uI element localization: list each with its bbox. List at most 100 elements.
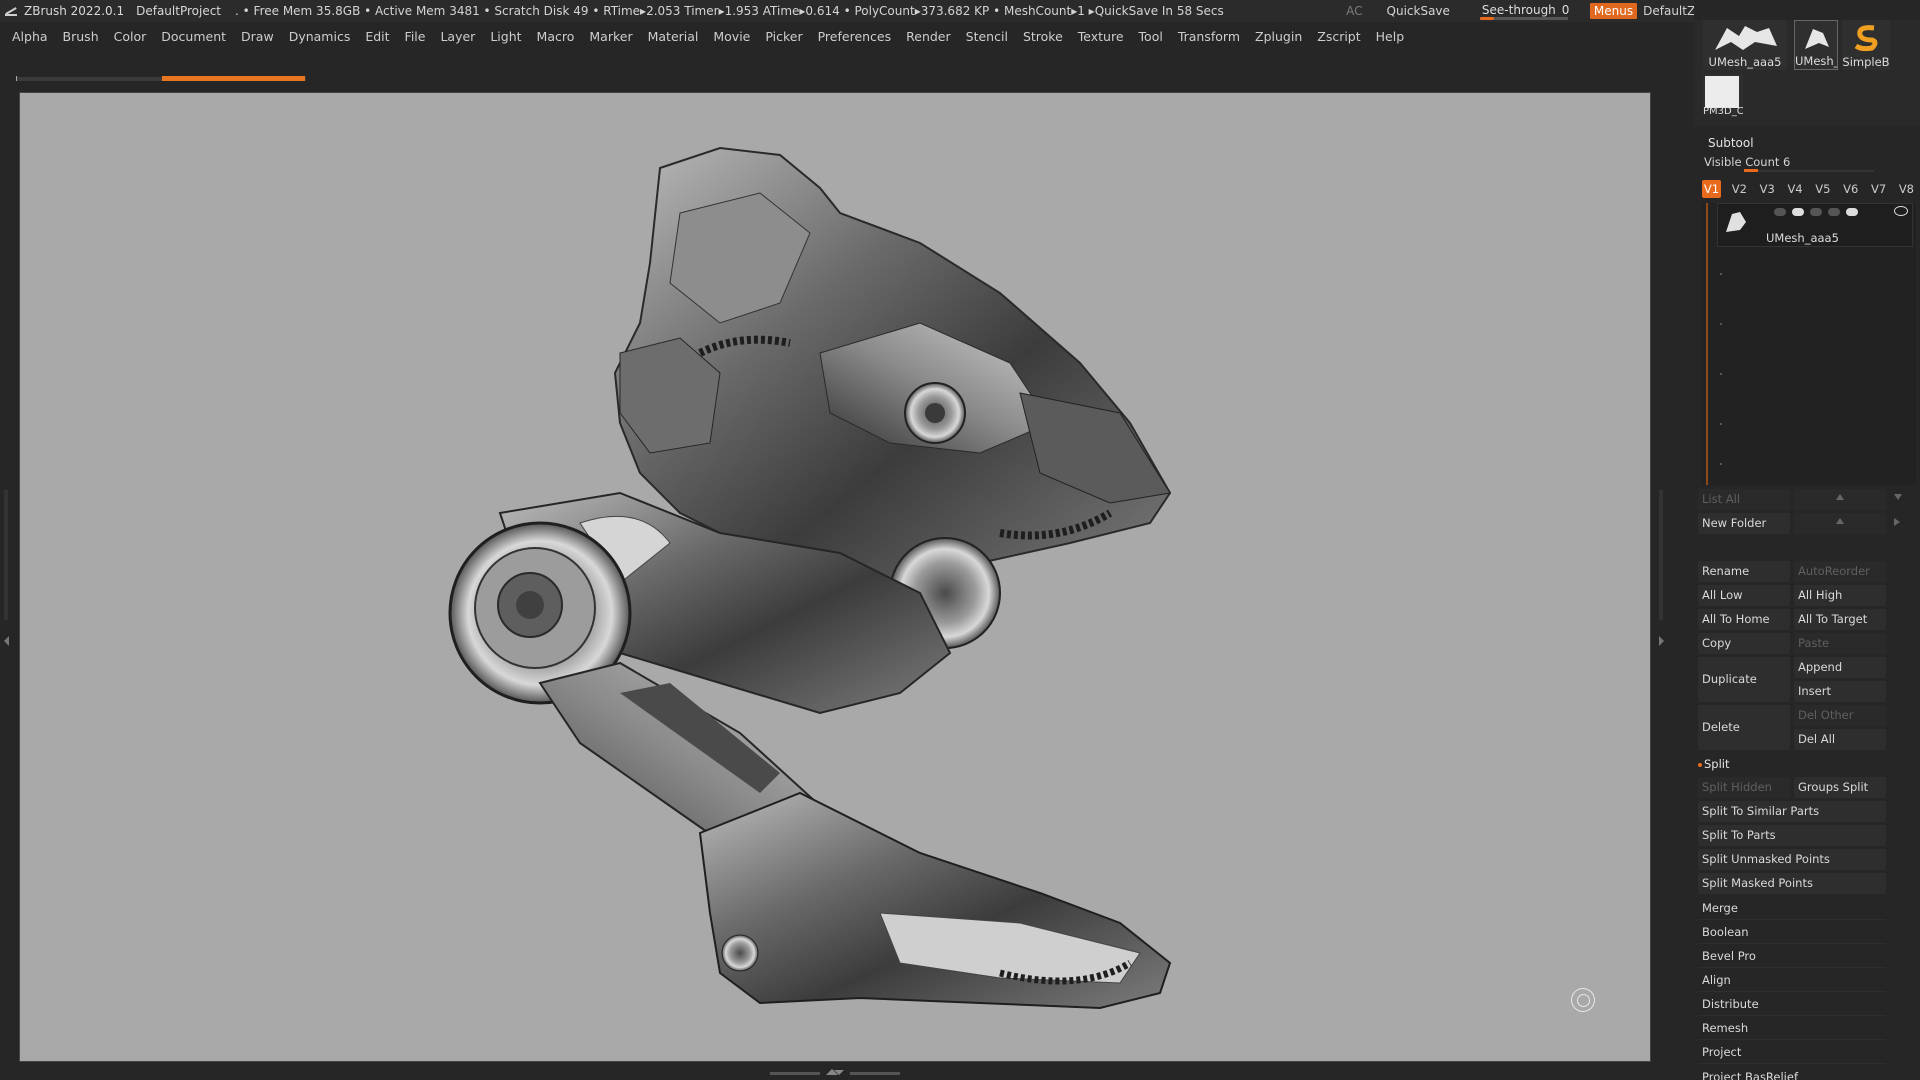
menu-brush[interactable]: Brush <box>63 29 99 44</box>
tool-thumb-pm3d[interactable]: PM3D_C <box>1703 74 1743 117</box>
tab-v8[interactable]: V8 <box>1897 180 1916 198</box>
ac-toggle[interactable]: AC <box>1346 4 1362 18</box>
merge-section[interactable]: Merge <box>1698 898 1886 920</box>
menu-transform[interactable]: Transform <box>1178 29 1240 44</box>
menus-toggle[interactable]: Menus <box>1589 3 1638 19</box>
project-basrelief-section[interactable]: Project BasRelief <box>1698 1066 1886 1080</box>
menu-draw[interactable]: Draw <box>241 29 274 44</box>
tab-v5[interactable]: V5 <box>1813 180 1832 198</box>
split-hidden-button[interactable]: Split Hidden <box>1698 777 1790 798</box>
brush-icon[interactable] <box>1846 208 1858 216</box>
del-all-button[interactable]: Del All <box>1794 729 1886 750</box>
tab-v1[interactable]: V1 <box>1702 180 1721 198</box>
right-tray-edge[interactable] <box>1652 90 1694 1065</box>
quicksave-button[interactable]: QuickSave <box>1387 4 1450 18</box>
menu-light[interactable]: Light <box>490 29 521 44</box>
menu-tool[interactable]: Tool <box>1139 29 1163 44</box>
move-to-folder-button[interactable] <box>1794 513 1886 534</box>
menu-document[interactable]: Document <box>161 29 226 44</box>
move-out-folder-button[interactable] <box>1890 513 1910 534</box>
subtool-row[interactable]: UMesh_aaa5 <box>1717 203 1913 247</box>
menu-movie[interactable]: Movie <box>713 29 750 44</box>
menu-macro[interactable]: Macro <box>537 29 575 44</box>
split-similar-parts-button[interactable]: Split To Similar Parts <box>1698 801 1886 822</box>
all-high-button[interactable]: All High <box>1794 585 1886 606</box>
tool-palette: UMesh_aaa5 UMesh_ SimpleB PM3D_C Subtool… <box>1694 0 1920 1080</box>
subtool-list[interactable]: UMesh_aaa5 <box>1702 203 1916 485</box>
delete-button[interactable]: Delete <box>1698 705 1790 750</box>
split-masked-button[interactable]: Split Masked Points <box>1698 873 1886 894</box>
all-to-target-button[interactable]: All To Target <box>1794 609 1886 630</box>
menu-file[interactable]: File <box>405 29 426 44</box>
all-low-button[interactable]: All Low <box>1698 585 1790 606</box>
folder-icon[interactable] <box>1774 208 1786 216</box>
bevel-pro-section[interactable]: Bevel Pro <box>1698 946 1886 968</box>
left-tray-edge[interactable] <box>0 90 16 1065</box>
distribute-section[interactable]: Distribute <box>1698 994 1886 1016</box>
see-through-value: 0 <box>1561 3 1570 17</box>
duplicate-button[interactable]: Duplicate <box>1698 657 1790 702</box>
project-name: DefaultProject <box>136 4 222 18</box>
move-down-button[interactable] <box>1890 489 1910 510</box>
dynamic-icon[interactable] <box>1810 208 1822 216</box>
list-all-button[interactable]: List All <box>1698 489 1790 510</box>
del-other-button[interactable]: Del Other <box>1794 705 1886 726</box>
split-unmasked-button[interactable]: Split Unmasked Points <box>1698 849 1886 870</box>
copy-button[interactable]: Copy <box>1698 633 1790 654</box>
boolean-section[interactable]: Boolean <box>1698 922 1886 944</box>
subtool-name: UMesh_aaa5 <box>1766 231 1839 245</box>
visible-count-slider[interactable]: Visible Count 6 <box>1704 155 1790 169</box>
tool-thumb-simpleb[interactable]: SimpleB <box>1842 20 1890 70</box>
menu-alpha[interactable]: Alpha <box>12 29 48 44</box>
menu-dynamics[interactable]: Dynamics <box>289 29 351 44</box>
paste-button[interactable]: Paste <box>1794 633 1886 654</box>
visibility-eye-icon[interactable] <box>1894 206 1908 216</box>
visible-count-bar[interactable] <box>1744 169 1874 172</box>
tab-v4[interactable]: V4 <box>1786 180 1805 198</box>
solo-icon[interactable] <box>1828 208 1840 216</box>
tool-thumb-umesh-aaa5[interactable]: UMesh_aaa5 <box>1703 20 1787 70</box>
project-section[interactable]: Project <box>1698 1042 1886 1064</box>
subtool-header[interactable]: Subtool <box>1708 136 1754 150</box>
menu-zplugin[interactable]: Zplugin <box>1255 29 1302 44</box>
tab-v6[interactable]: V6 <box>1841 180 1860 198</box>
menu-zscript[interactable]: Zscript <box>1317 29 1360 44</box>
menu-material[interactable]: Material <box>648 29 699 44</box>
menu-texture[interactable]: Texture <box>1078 29 1124 44</box>
polypaint-toggle-icon[interactable] <box>1792 208 1804 216</box>
menu-edit[interactable]: Edit <box>365 29 389 44</box>
menu-color[interactable]: Color <box>114 29 147 44</box>
menu-marker[interactable]: Marker <box>589 29 632 44</box>
expand-right-tray-icon[interactable] <box>1659 636 1664 646</box>
new-folder-button[interactable]: New Folder <box>1698 513 1790 534</box>
groups-split-button[interactable]: Groups Split <box>1794 777 1886 798</box>
menu-stroke[interactable]: Stroke <box>1023 29 1063 44</box>
menu-layer[interactable]: Layer <box>440 29 475 44</box>
bottom-tray-handle[interactable] <box>770 1069 900 1077</box>
move-up-button[interactable] <box>1794 489 1886 510</box>
tool-thumb-umesh[interactable]: UMesh_ <box>1794 20 1838 70</box>
auto-reorder-button[interactable]: AutoReorder <box>1794 561 1886 582</box>
menu-stencil[interactable]: Stencil <box>966 29 1008 44</box>
all-to-home-button[interactable]: All To Home <box>1698 609 1790 630</box>
insert-button[interactable]: Insert <box>1794 681 1886 702</box>
menu-picker[interactable]: Picker <box>765 29 802 44</box>
align-section[interactable]: Align <box>1698 970 1886 992</box>
navigation-gizmo-icon[interactable] <box>1571 988 1595 1012</box>
tab-v2[interactable]: V2 <box>1730 180 1749 198</box>
list-scrollbar[interactable] <box>1706 203 1708 485</box>
menu-preferences[interactable]: Preferences <box>818 29 892 44</box>
rename-button[interactable]: Rename <box>1698 561 1790 582</box>
see-through-slider[interactable]: See-through 0 <box>1476 2 1576 20</box>
remesh-section[interactable]: Remesh <box>1698 1018 1886 1040</box>
menu-help[interactable]: Help <box>1376 29 1405 44</box>
tab-v3[interactable]: V3 <box>1758 180 1777 198</box>
expand-left-tray-icon[interactable] <box>4 636 9 646</box>
menu-render[interactable]: Render <box>906 29 951 44</box>
see-through-label: See-through <box>1481 3 1556 17</box>
canvas-viewport[interactable] <box>19 92 1651 1062</box>
split-section-header[interactable]: Split <box>1698 757 1730 771</box>
split-to-parts-button[interactable]: Split To Parts <box>1698 825 1886 846</box>
append-button[interactable]: Append <box>1794 657 1886 678</box>
tab-v7[interactable]: V7 <box>1869 180 1888 198</box>
